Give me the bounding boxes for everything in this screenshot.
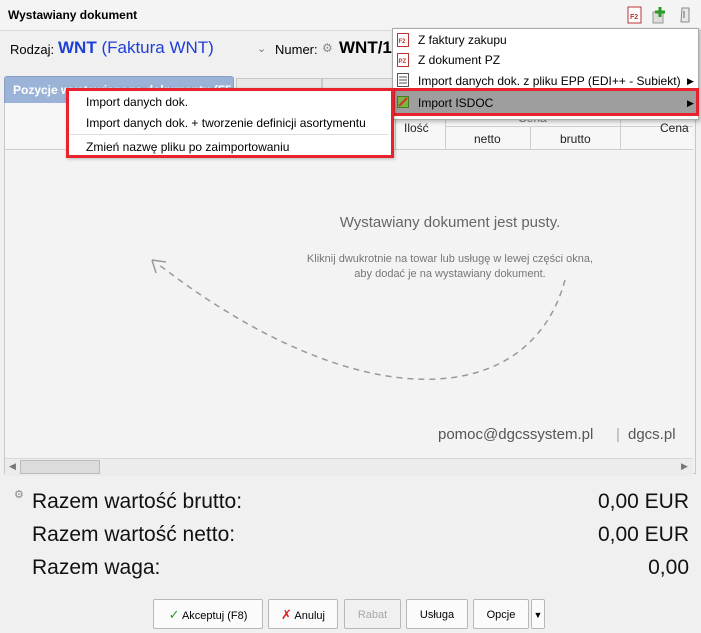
gear-icon[interactable]: ⚙ — [322, 41, 333, 55]
grid-divider — [445, 126, 693, 127]
check-icon: ✓ — [168, 607, 180, 622]
rabat-button[interactable]: Rabat — [344, 599, 401, 629]
x-icon: ✗ — [281, 607, 292, 622]
opcje-label: Opcje — [486, 609, 516, 621]
opcje-button[interactable]: Opcje — [473, 599, 529, 629]
opcje-dropdown-icon[interactable]: ▼ — [531, 599, 545, 629]
accept-button[interactable]: ✓ Akceptuj (F8) — [153, 599, 263, 629]
cancel-button[interactable]: ✗ Anuluj — [268, 599, 338, 629]
svg-text:F2: F2 — [630, 14, 638, 21]
grid-divider — [530, 126, 531, 149]
total-waga-label: Razem waga: — [32, 556, 161, 579]
column-cena-right[interactable]: Cena — [660, 121, 689, 135]
usluga-label: Usługa — [419, 609, 455, 621]
accept-label: Akceptuj (F8) — [181, 610, 248, 622]
rodzaj-code: WNT — [58, 38, 97, 57]
empty-title: Wystawiany dokument jest pusty. — [339, 214, 561, 231]
contact-email[interactable]: pomoc@dgcssystem.pl — [438, 426, 593, 443]
total-brutto-value: 0,00 EUR — [597, 490, 689, 513]
chevron-down-icon[interactable]: ⌄ — [257, 42, 266, 55]
column-ilosc[interactable]: Ilość — [404, 121, 429, 135]
total-netto-value: 0,00 EUR — [597, 523, 689, 546]
column-netto[interactable]: netto — [474, 132, 501, 146]
rabat-label: Rabat — [357, 609, 388, 621]
contact-separator: | — [616, 426, 620, 443]
rodzaj-label: Rodzaj: — [10, 42, 55, 57]
rodzaj-select[interactable]: WNT (Faktura WNT) — [58, 38, 214, 58]
horizontal-scrollbar[interactable] — [5, 458, 693, 476]
svg-text:PZ: PZ — [399, 59, 407, 65]
column-brutto[interactable]: brutto — [560, 132, 591, 146]
menu-item-faktura-zakupu[interactable]: Z faktury zakupu — [418, 33, 507, 47]
invoice-f2-icon: F2 — [397, 33, 409, 47]
highlight-submenu-box — [66, 88, 394, 158]
total-brutto-label: Razem wartość brutto: — [32, 490, 243, 513]
highlight-isdoc-box — [392, 88, 699, 116]
totals-gear-icon[interactable]: ⚙ — [14, 488, 24, 501]
table-import-icon — [397, 73, 409, 87]
scroll-left-icon[interactable]: ◀ — [5, 459, 20, 474]
rodzaj-name: (Faktura WNT) — [101, 38, 214, 57]
document-pz-icon: PZ — [397, 53, 409, 67]
title-bar: Wystawiany dokument F2 — [0, 0, 701, 31]
svg-text:F2: F2 — [399, 39, 407, 45]
numer-label: Numer: — [275, 42, 318, 57]
total-waga-value: 0,00 — [648, 556, 689, 579]
numer-value: WNT/1 — [339, 38, 392, 57]
scroll-thumb[interactable] — [20, 460, 100, 474]
window-title: Wystawiany dokument — [8, 8, 138, 22]
document-f2-icon[interactable]: F2 — [627, 6, 643, 24]
total-netto-label: Razem wartość netto: — [32, 523, 236, 546]
menu-item-dokument-pz[interactable]: Z dokument PZ — [418, 53, 500, 67]
scroll-right-icon[interactable]: ▶ — [677, 459, 692, 474]
dashed-arrow-icon — [151, 259, 566, 380]
contact-site[interactable]: dgcs.pl — [628, 426, 676, 443]
submenu-arrow-icon: ▶ — [687, 76, 694, 86]
add-green-icon[interactable] — [651, 6, 667, 24]
attachment-icon[interactable] — [677, 6, 693, 24]
usluga-button[interactable]: Usługa — [406, 599, 468, 629]
menu-item-import-epp[interactable]: Import danych dok. z pliku EPP (EDI++ - … — [418, 74, 681, 88]
cancel-label: Anuluj — [294, 610, 325, 622]
